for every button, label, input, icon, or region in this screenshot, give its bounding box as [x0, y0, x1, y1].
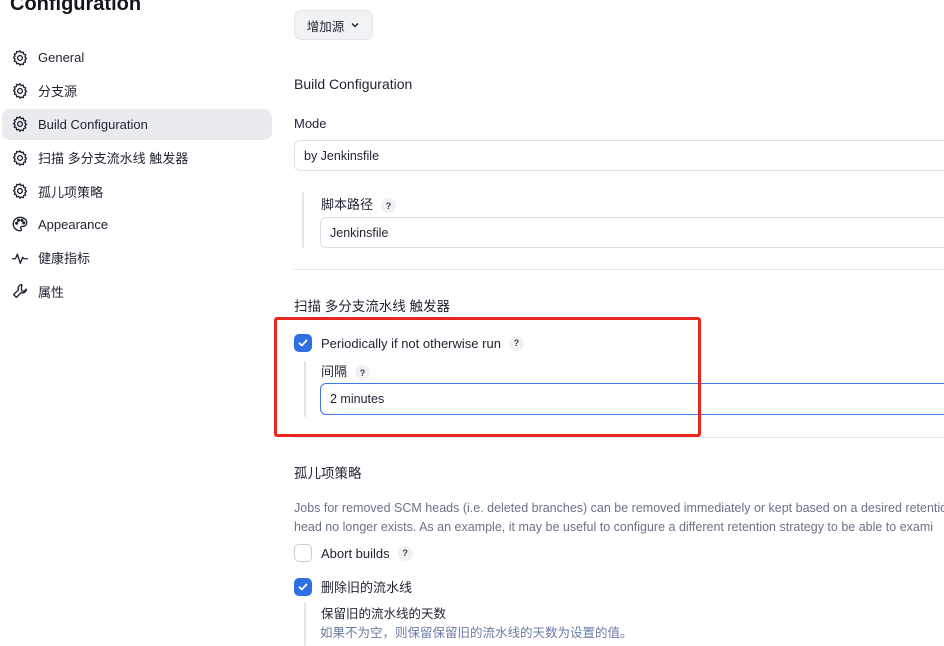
gear-icon [10, 81, 30, 101]
sidebar-item-label: General [38, 50, 85, 65]
sidebar-item-scan-triggers[interactable]: 扫描 多分支流水线 触发器 [2, 142, 272, 173]
periodic-checkbox[interactable] [294, 334, 312, 352]
nested-indent-line [304, 361, 306, 417]
nested-indent-line [304, 602, 306, 646]
script-path-label-row: 脚本路径? [321, 194, 397, 214]
page-title: Configuration [10, 0, 142, 15]
help-icon[interactable]: ? [355, 365, 371, 381]
orphan-heading: 孤儿项策略 [294, 466, 362, 481]
sidebar: General 分支源 Build Configuration 扫描 多分支流水… [0, 42, 275, 309]
sidebar-item-label: 健康指标 [38, 251, 91, 267]
add-source-button[interactable]: 增加源 [294, 10, 373, 40]
abort-builds-row[interactable]: Abort builds ? [294, 544, 413, 562]
gear-icon [10, 48, 30, 68]
sidebar-item-label: Appearance [38, 216, 109, 232]
help-icon[interactable]: ? [381, 198, 397, 214]
help-icon[interactable]: ? [508, 335, 524, 351]
gear-icon [10, 114, 30, 134]
abort-builds-checkbox[interactable] [294, 544, 312, 562]
interval-label: 间隔 [321, 364, 348, 379]
divider [294, 437, 944, 438]
sidebar-item-label: 扫描 多分支流水线 触发器 [38, 151, 189, 167]
interval-label-row: 间隔? [321, 361, 371, 381]
orphan-description-line1: Jobs for removed SCM heads (i.e. deleted… [294, 501, 944, 515]
sidebar-item-health-metrics[interactable]: 健康指标 [2, 242, 272, 273]
checkmark-icon [298, 583, 308, 590]
sidebar-item-label: 孤儿项策略 [38, 184, 104, 200]
gear-icon [10, 181, 30, 201]
gear-icon [10, 148, 30, 168]
sidebar-item-general[interactable]: General [2, 42, 272, 73]
scan-trigger-heading: 扫描 多分支流水线 触发器 [294, 299, 451, 314]
days-to-keep-hint: 如果不为空，则保留保留旧的流水线的天数为设置的值。 [320, 626, 633, 640]
sidebar-item-appearance[interactable]: Appearance [2, 209, 272, 240]
interval-select[interactable]: 2 minutes [320, 383, 944, 415]
checkmark-icon [298, 339, 308, 347]
sidebar-item-label: 属性 [38, 284, 65, 300]
help-icon[interactable]: ? [397, 545, 413, 561]
main-content: 增加源 Build Configuration Mode by Jenkinsf… [294, 0, 944, 646]
script-path-label: 脚本路径 [321, 197, 374, 212]
delete-old-pipelines-checkbox[interactable] [294, 577, 312, 596]
wrench-icon [10, 281, 30, 301]
periodic-checkbox-row[interactable]: Periodically if not otherwise run ? [294, 334, 524, 352]
chevron-down-icon [351, 22, 359, 28]
abort-builds-label: Abort builds [321, 545, 390, 561]
pulse-icon [10, 248, 30, 268]
sidebar-item-branch-sources[interactable]: 分支源 [2, 75, 272, 106]
periodic-label: Periodically if not otherwise run [321, 335, 501, 351]
sidebar-item-label: 分支源 [38, 84, 78, 100]
days-to-keep-label: 保留旧的流水线的天数 [321, 607, 447, 621]
delete-old-pipelines-row[interactable]: 删除旧的流水线 [294, 577, 412, 596]
mode-label: Mode [294, 116, 327, 131]
palette-icon [10, 214, 30, 234]
add-source-label: 增加源 [306, 19, 345, 34]
orphan-description-line2: head no longer exists. As an example, it… [294, 520, 934, 534]
sidebar-item-orphan-strategy[interactable]: 孤儿项策略 [2, 176, 272, 207]
nested-indent-line [302, 192, 304, 248]
divider [294, 269, 944, 270]
sidebar-item-properties[interactable]: 属性 [2, 276, 272, 307]
sidebar-item-build-configuration[interactable]: Build Configuration [2, 108, 272, 140]
script-path-input[interactable]: Jenkinsfile [320, 217, 944, 248]
build-config-heading: Build Configuration [294, 76, 413, 92]
mode-select[interactable]: by Jenkinsfile [294, 140, 944, 171]
delete-old-pipelines-label: 删除旧的流水线 [321, 580, 413, 595]
sidebar-item-label: Build Configuration [38, 116, 148, 132]
